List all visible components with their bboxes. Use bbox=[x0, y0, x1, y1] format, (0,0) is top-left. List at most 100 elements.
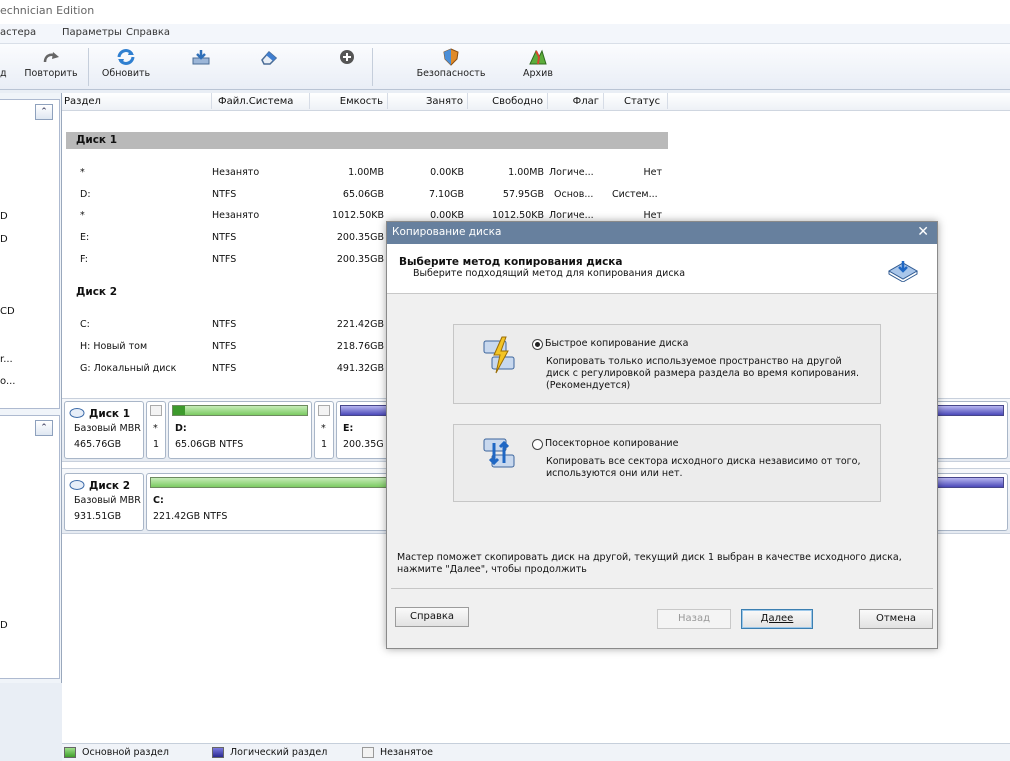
dialog-subheading: Выберите подходящий метод для копировани… bbox=[413, 268, 686, 279]
menu-item-settings[interactable]: Параметры bbox=[62, 27, 122, 38]
partition-unallocated[interactable]: * 1 bbox=[314, 401, 334, 459]
back-button[interactable]: Назад bbox=[657, 609, 731, 629]
download-disk-icon bbox=[192, 50, 210, 65]
archive-label: Архив bbox=[523, 68, 553, 79]
legend-swatch-logical bbox=[212, 747, 224, 758]
legend-swatch-unallocated bbox=[362, 747, 374, 758]
col-capacity[interactable]: Емкость bbox=[310, 93, 388, 109]
toolbar-cut-label[interactable]: д bbox=[0, 68, 7, 79]
close-icon[interactable]: ✕ bbox=[917, 224, 929, 240]
col-partition[interactable]: Раздел bbox=[62, 93, 212, 109]
disk-2-header[interactable]: Диск 2 bbox=[76, 286, 117, 298]
disk-copy-icon bbox=[887, 261, 919, 282]
refresh-icon bbox=[117, 49, 135, 65]
window-title: echnician Edition bbox=[0, 4, 95, 17]
archive-button[interactable]: Архив bbox=[516, 48, 560, 79]
left-panel-item[interactable]: CD bbox=[0, 306, 15, 317]
option2-desc: Копировать все сектора исходного диска н… bbox=[546, 456, 861, 479]
add-circle-icon bbox=[340, 50, 354, 64]
cancel-button[interactable]: Отмена bbox=[859, 609, 933, 629]
eraser-button[interactable] bbox=[256, 48, 282, 68]
cell-fs: NTFS bbox=[212, 341, 237, 352]
col-flag[interactable]: Флаг bbox=[548, 93, 604, 109]
cell-flag: Логиче... bbox=[549, 210, 594, 221]
left-panel-item[interactable]: r... bbox=[0, 354, 13, 365]
fast-copy-radio[interactable] bbox=[532, 339, 543, 350]
next-button-label: Далее bbox=[760, 613, 794, 624]
partition-d[interactable]: D: 65.06GB NTFS bbox=[168, 401, 312, 459]
left-panel-item[interactable]: D bbox=[0, 234, 8, 245]
partition-label: * bbox=[321, 423, 326, 434]
cell-partition: C: bbox=[80, 319, 90, 330]
disk-icon bbox=[69, 408, 85, 418]
refresh-button[interactable]: Обновить bbox=[94, 48, 158, 79]
cell-capacity: 218.76GB bbox=[336, 341, 384, 352]
help-button[interactable]: Справка bbox=[395, 607, 469, 627]
cell-used: 7.10GB bbox=[428, 189, 464, 200]
menu-item-wizard[interactable]: астера bbox=[0, 27, 36, 38]
legend-logical: Логический раздел bbox=[230, 747, 328, 758]
security-label: Безопасность bbox=[416, 68, 486, 79]
cell-free: 57.95GB bbox=[502, 189, 544, 200]
next-button[interactable]: Далее bbox=[741, 609, 813, 629]
security-button[interactable]: Безопасность bbox=[414, 48, 488, 79]
legend-bar: Основной раздел Логический раздел Незаня… bbox=[62, 743, 1010, 761]
col-free[interactable]: Свободно bbox=[468, 93, 548, 109]
col-filesystem[interactable]: Файл.Система bbox=[212, 93, 310, 109]
cell-status: Нет bbox=[643, 167, 662, 178]
redo-icon bbox=[43, 52, 59, 63]
col-used[interactable]: Занято bbox=[388, 93, 468, 109]
cell-capacity: 491.32GB bbox=[336, 363, 384, 374]
cell-capacity: 221.42GB bbox=[336, 319, 384, 330]
partition-info: 1 bbox=[153, 439, 160, 450]
sector-copy-radio[interactable] bbox=[532, 439, 543, 450]
cell-partition: D: bbox=[80, 189, 91, 200]
partition-label: * bbox=[153, 423, 158, 434]
cell-partition: G: Локальный диск bbox=[80, 363, 177, 374]
cell-fs: NTFS bbox=[212, 232, 237, 243]
partition-label: E: bbox=[343, 423, 354, 434]
refresh-label: Обновить bbox=[101, 68, 151, 79]
redo-button[interactable]: Повторить bbox=[22, 48, 80, 79]
grid-header: Раздел Файл.Система Емкость Занято Свобо… bbox=[62, 93, 1010, 111]
apply-button[interactable] bbox=[188, 48, 214, 68]
dialog-title-bar: Копирование диска bbox=[387, 222, 937, 244]
window-title-bar: echnician Edition bbox=[0, 0, 1010, 24]
option1-desc: Копировать только используемое пространс… bbox=[546, 356, 860, 391]
dialog-heading: Выберите метод копирования диска bbox=[399, 256, 623, 268]
left-panel-item[interactable]: o... bbox=[0, 376, 15, 387]
cell-partition: * bbox=[80, 167, 85, 178]
cell-fs: NTFS bbox=[212, 363, 237, 374]
menu-item-help[interactable]: Справка bbox=[126, 27, 170, 38]
legend-swatch-primary bbox=[64, 747, 76, 758]
disk-1-card[interactable]: Диск 1 Базовый MBR 465.76GB bbox=[64, 401, 144, 459]
partition-info: 1 bbox=[321, 439, 328, 450]
option-sector-copy-box[interactable]: Посекторное копирование Копировать все с… bbox=[453, 424, 881, 502]
cell-fs: Незанято bbox=[212, 210, 260, 221]
col-status[interactable]: Статус bbox=[604, 93, 668, 109]
cell-fs: NTFS bbox=[212, 189, 237, 200]
dialog-info-text: Мастер поможет скопировать диск на друго… bbox=[397, 552, 902, 575]
eraser-icon bbox=[261, 50, 278, 65]
cell-fs: Незанято bbox=[212, 167, 260, 178]
disk-1-size: 465.76GB bbox=[74, 439, 122, 450]
disk-1-header[interactable]: Диск 1 bbox=[66, 132, 668, 149]
option2-title: Посекторное копирование bbox=[545, 438, 679, 449]
left-panel-item[interactable]: D bbox=[0, 620, 8, 631]
cell-partition: E: bbox=[80, 232, 90, 243]
disk-2-size: 931.51GB bbox=[74, 511, 122, 522]
add-button[interactable] bbox=[334, 48, 360, 68]
dialog-header: Выберите метод копирования диска Выберит… bbox=[387, 244, 937, 294]
cell-used: 0.00KB bbox=[430, 210, 464, 221]
fast-copy-icon bbox=[483, 336, 515, 374]
dialog-divider bbox=[391, 588, 933, 589]
toolbar-separator bbox=[372, 48, 373, 86]
option-fast-copy-box[interactable]: Быстрое копирование диска Копировать тол… bbox=[453, 324, 881, 404]
collapse-button[interactable]: ⌃ bbox=[35, 420, 53, 436]
partition-unallocated[interactable]: * 1 bbox=[146, 401, 166, 459]
left-panel-item[interactable]: D bbox=[0, 211, 8, 222]
disk-2-card[interactable]: Диск 2 Базовый MBR 931.51GB bbox=[64, 473, 144, 531]
collapse-button[interactable]: ⌃ bbox=[35, 104, 53, 120]
cell-partition: * bbox=[80, 210, 85, 221]
usage-bar bbox=[150, 477, 390, 488]
